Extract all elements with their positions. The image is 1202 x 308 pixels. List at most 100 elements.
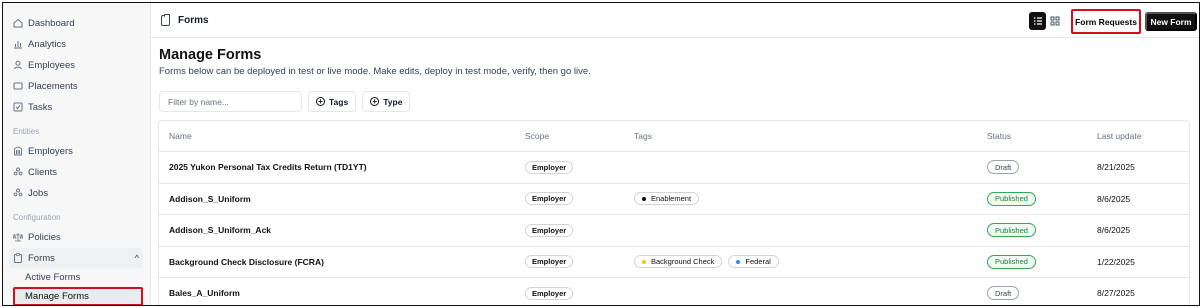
- sidebar-item-label: Analytics: [28, 38, 67, 50]
- status-badge: Published: [987, 223, 1036, 238]
- home-icon: [13, 18, 23, 28]
- sidebar-item-label: Tasks: [28, 101, 53, 113]
- sidebar-item-employees[interactable]: Employees: [9, 55, 150, 75]
- table-row[interactable]: Addison_S_Uniform_Ack Employer Published…: [159, 215, 1189, 247]
- sidebar-item-jobs[interactable]: Jobs: [9, 183, 150, 203]
- tag-badge: Federal: [728, 255, 779, 269]
- list-view-icon[interactable]: [1029, 12, 1046, 30]
- sidebar-item-active-forms[interactable]: Active Forms: [9, 268, 150, 287]
- status-badge: Published: [987, 191, 1036, 206]
- column-header-name[interactable]: Name: [169, 131, 192, 141]
- sidebar-item-employers[interactable]: Employers: [9, 141, 150, 161]
- last-update: 1/22/2025: [1097, 256, 1135, 267]
- tag-label: Background Check: [651, 257, 715, 267]
- tags-filter-button[interactable]: + Tags: [308, 91, 357, 112]
- sidebar-item-label: Policies: [28, 231, 61, 243]
- form-name[interactable]: Addison_S_Uniform: [169, 194, 251, 204]
- filter-bar: + Tags + Type: [159, 91, 1199, 112]
- building-icon: [13, 146, 23, 156]
- scope-badge: Employer: [525, 192, 574, 206]
- column-header-status[interactable]: Status: [987, 131, 1011, 141]
- sidebar-item-analytics[interactable]: Analytics: [9, 34, 150, 54]
- app-window: Dashboard Analytics Employees Placements…: [2, 2, 1200, 306]
- check-square-icon: [13, 102, 23, 112]
- last-update: 8/27/2025: [1097, 288, 1135, 299]
- sidebar-group-label: Forms: [28, 252, 55, 264]
- clipboard-icon: [161, 13, 170, 26]
- column-header-last-update[interactable]: Last update: [1097, 131, 1141, 141]
- sidebar-item-tasks[interactable]: Tasks: [9, 97, 150, 117]
- plus-circle-icon: +: [316, 97, 325, 106]
- last-update: 8/6/2025: [1097, 225, 1131, 236]
- table-row[interactable]: Bales_A_Uniform Employer Draft 8/27/2025: [159, 278, 1189, 305]
- form-name[interactable]: 2025 Yukon Personal Tax Credits Return (…: [169, 162, 367, 172]
- column-header-tags[interactable]: Tags: [634, 131, 652, 141]
- tag-label: Enablement: [651, 194, 692, 204]
- table-row[interactable]: Background Check Disclosure (FCRA) Emplo…: [159, 247, 1189, 278]
- users-icon: [13, 167, 23, 177]
- tags-filter-label: Tags: [329, 96, 349, 107]
- scope-badge: Employer: [525, 223, 574, 237]
- sidebar-item-label: Employees: [28, 59, 75, 71]
- page-description: Forms below can be deployed in test or l…: [159, 66, 591, 77]
- sidebar-item-manage-forms[interactable]: Manage Forms: [13, 287, 143, 305]
- page-title: Manage Forms: [159, 47, 262, 63]
- page-heading: Manage Forms Forms below can be deployed…: [151, 38, 1199, 77]
- top-bar: Forms Form Requests New Form: [151, 3, 1199, 38]
- form-requests-button[interactable]: Form Requests: [1071, 9, 1141, 34]
- status-badge: Draft: [987, 286, 1020, 301]
- tag-dot-icon: [736, 259, 741, 264]
- type-filter-button[interactable]: + Type: [362, 91, 411, 112]
- filter-by-name-input[interactable]: [159, 91, 302, 112]
- plus-circle-icon: +: [370, 97, 380, 106]
- sidebar-item-label: Clients: [28, 166, 58, 178]
- scope-badge: Employer: [525, 286, 574, 300]
- tag-dot-icon: [642, 196, 646, 201]
- status-badge: Published: [987, 254, 1036, 269]
- users-icon: [13, 188, 23, 198]
- scale-icon: [13, 232, 23, 242]
- column-header-scope[interactable]: Scope: [525, 131, 549, 141]
- sidebar-item-clients[interactable]: Clients: [9, 162, 150, 182]
- type-filter-label: Type: [383, 96, 403, 107]
- tags-cell: Enablement: [634, 192, 700, 206]
- tag-badge: Enablement: [634, 192, 700, 206]
- form-name[interactable]: Addison_S_Uniform_Ack: [169, 225, 271, 235]
- chevron-up-icon[interactable]: ^: [135, 253, 139, 263]
- sidebar-item-label: Jobs: [28, 187, 49, 199]
- main-content: Forms Form Requests New Form Manage Form…: [151, 3, 1199, 305]
- forms-table: Name Scope Tags Status Last update 2025 …: [158, 120, 1190, 305]
- sidebar-item-placements[interactable]: Placements: [9, 76, 150, 96]
- bar-chart-icon: [13, 39, 23, 49]
- clipboard-icon: [13, 253, 23, 263]
- table-header: Name Scope Tags Status Last update: [159, 121, 1189, 152]
- table-row[interactable]: Addison_S_Uniform Employer Enablement Pu…: [159, 184, 1189, 215]
- sidebar-item-label: Dashboard: [28, 17, 75, 29]
- grid-view-icon[interactable]: [1046, 12, 1063, 30]
- view-toggle: [1029, 12, 1063, 30]
- placement-icon: [13, 81, 23, 91]
- scope-badge: Employer: [525, 160, 574, 174]
- sidebar-item-policies[interactable]: Policies: [9, 227, 150, 247]
- sidebar-item-label: Placements: [28, 80, 78, 92]
- new-form-button[interactable]: New Form: [1145, 12, 1197, 31]
- form-name[interactable]: Background Check Disclosure (FCRA): [169, 257, 324, 267]
- sidebar-group-forms[interactable]: Forms ^: [9, 248, 143, 268]
- page-header-title: Forms: [178, 14, 209, 26]
- sidebar-item-label: Employers: [28, 145, 73, 157]
- tag-badge: Background Check: [634, 255, 723, 269]
- section-entities-label: Entities: [13, 126, 40, 136]
- tag-label: Federal: [745, 257, 771, 267]
- section-configuration-label: Configuration: [13, 212, 61, 222]
- table-row[interactable]: 2025 Yukon Personal Tax Credits Return (…: [159, 152, 1189, 184]
- tag-dot-icon: [642, 259, 646, 264]
- sidebar: Dashboard Analytics Employees Placements…: [3, 3, 151, 305]
- scope-badge: Employer: [525, 255, 574, 269]
- form-name[interactable]: Bales_A_Uniform: [169, 288, 240, 298]
- last-update: 8/21/2025: [1097, 162, 1135, 173]
- tags-cell: Background Check Federal: [634, 255, 779, 269]
- status-badge: Draft: [987, 160, 1020, 175]
- user-icon: [13, 60, 23, 70]
- last-update: 8/6/2025: [1097, 193, 1131, 204]
- sidebar-item-dashboard[interactable]: Dashboard: [9, 13, 150, 33]
